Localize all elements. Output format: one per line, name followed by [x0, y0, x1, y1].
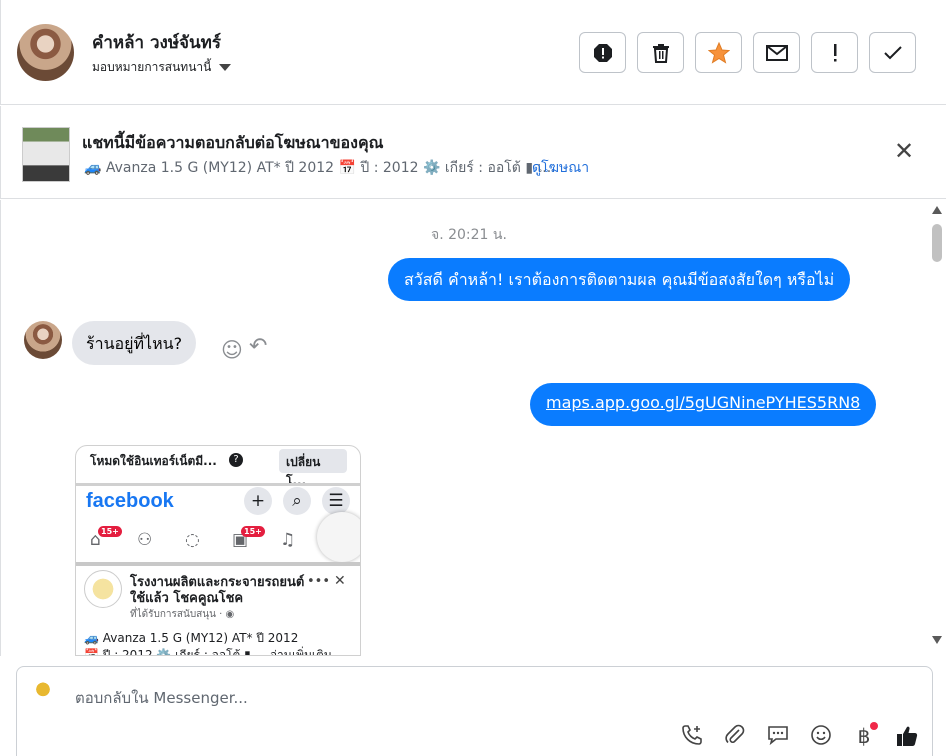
- phone-plus-icon: [682, 725, 702, 745]
- friends-icon: ⚇: [137, 530, 153, 550]
- screenshot-top-bar: โหมดใช้อินเทอร์เน็ตมี... ? เปลี่ยนโ...: [76, 446, 360, 488]
- scroll-up-arrow-icon[interactable]: [932, 206, 942, 214]
- messenger-icon: ◌: [185, 530, 200, 550]
- mark-done-button[interactable]: [869, 32, 916, 73]
- mark-unread-button[interactable]: [753, 32, 800, 73]
- incoming-message[interactable]: ร้านอยู่ที่ไหน?: [72, 321, 197, 365]
- payment-icon[interactable]: ฿: [852, 722, 878, 748]
- post-text-line: 📅 ปี : 2012 ⚙️ เกียร์ : ออโต้ ▮ ... อ่าน…: [84, 648, 332, 656]
- conversation-header: คำหล้า วงษ์จันทร์ มอบหมายการสนทนานี้: [0, 0, 946, 105]
- screenshot-switch-button: เปลี่ยนโ...: [279, 449, 347, 488]
- home-badge: 15+: [98, 526, 122, 537]
- ad-banner-subtitle: 🚙 Avanza 1.5 G (MY12) AT* ปี 2012 📅 ปี :…: [84, 160, 556, 176]
- action-toolbar: [579, 32, 916, 73]
- smiley-icon: [811, 725, 831, 745]
- assign-conversation-dropdown[interactable]: มอบหมายการสนทนานี้: [92, 58, 232, 77]
- contact-name[interactable]: คำหล้า วงษ์จันทร์: [92, 29, 221, 56]
- video-badge: 15+: [241, 526, 265, 537]
- contact-avatar[interactable]: [17, 24, 74, 81]
- help-icon: ?: [229, 453, 243, 467]
- ad-thumbnail[interactable]: [22, 127, 70, 182]
- attached-screenshot[interactable]: โหมดใช้อินเทอร์เน็ตมี... ? เปลี่ยนโ... f…: [75, 445, 361, 656]
- caret-down-icon: [219, 64, 232, 71]
- close-banner-icon[interactable]: ✕: [894, 139, 914, 163]
- sponsored-label: ที่ได้รับการสนับสนุน · ◉: [130, 609, 235, 620]
- saved-reply-icon[interactable]: [766, 724, 790, 748]
- react-emoji-icon[interactable]: ☺: [221, 338, 243, 362]
- alert-octagon-icon: [593, 43, 612, 62]
- trash-icon: [652, 43, 669, 63]
- page-logo: [84, 570, 122, 608]
- emoji-icon[interactable]: [809, 724, 833, 748]
- message-timestamp: จ. 20:21 น.: [431, 227, 507, 243]
- sender-avatar[interactable]: [24, 321, 62, 359]
- outgoing-link-message[interactable]: maps.app.goo.gl/5gUGNinePYHES5RN8: [530, 383, 877, 426]
- scrollbar-thumb[interactable]: [932, 224, 942, 262]
- baht-icon: ฿: [857, 724, 871, 748]
- search-icon: ⌕: [283, 487, 311, 515]
- follow-up-button[interactable]: [811, 32, 858, 73]
- paperclip-icon: [725, 724, 745, 744]
- envelope-icon: [765, 44, 788, 61]
- divider: [76, 483, 360, 486]
- message-input[interactable]: ตอบกลับใน Messenger...: [75, 686, 248, 710]
- composer-toolbar: ฿: [680, 722, 919, 748]
- view-ad-link[interactable]: ดูโฆษณา: [532, 157, 589, 179]
- plus-icon: +: [244, 487, 272, 515]
- reply-composer: ตอบกลับใน Messenger... ฿: [16, 666, 933, 756]
- thumbs-up-icon: [897, 726, 918, 746]
- like-icon[interactable]: [895, 724, 919, 748]
- screenshot-mode-text: โหมดใช้อินเทอร์เน็ตมี...: [90, 454, 217, 468]
- spam-button[interactable]: [579, 32, 626, 73]
- bell-icon: ♫: [280, 530, 296, 550]
- page-logo-icon: [27, 679, 59, 705]
- speech-bubble-icon: [768, 726, 788, 746]
- call-add-icon[interactable]: [680, 724, 704, 748]
- exclamation-icon: [833, 43, 836, 61]
- facebook-logo: facebook: [86, 490, 174, 512]
- ad-reply-banner: แชทนี้มีข้อความตอบกลับต่อโฆษณาของคุณ 🚙 A…: [0, 106, 946, 199]
- menu-icon: ☰: [322, 487, 350, 515]
- checkmark-icon: [883, 45, 902, 59]
- message-thread: จ. 20:21 น. สวัสดี คำหล้า! เราต้องการติด…: [0, 200, 946, 656]
- star-icon: [707, 41, 730, 64]
- divider: [76, 562, 360, 566]
- reply-arrow-icon[interactable]: ↶: [249, 334, 267, 359]
- delete-button[interactable]: [637, 32, 684, 73]
- profile-circle: [317, 512, 360, 562]
- star-button[interactable]: [695, 32, 742, 73]
- close-icon: ✕: [334, 573, 346, 589]
- outgoing-message[interactable]: สวัสดี คำหล้า! เราต้องการติดตามผล คุณมีข…: [388, 258, 851, 301]
- assign-label: มอบหมายการสนทนานี้: [92, 60, 212, 74]
- sponsored-page-name: โรงงานผลิตและกระจายรถยนต์ใช้แล้ว โชคคูณโ…: [130, 575, 305, 606]
- attach-icon[interactable]: [723, 724, 747, 748]
- more-options-icon: •••: [307, 574, 331, 589]
- notification-dot: [870, 722, 878, 730]
- scroll-down-arrow-icon[interactable]: [932, 636, 942, 644]
- ad-banner-title: แชทนี้มีข้อความตอบกลับต่อโฆษณาของคุณ: [82, 133, 384, 152]
